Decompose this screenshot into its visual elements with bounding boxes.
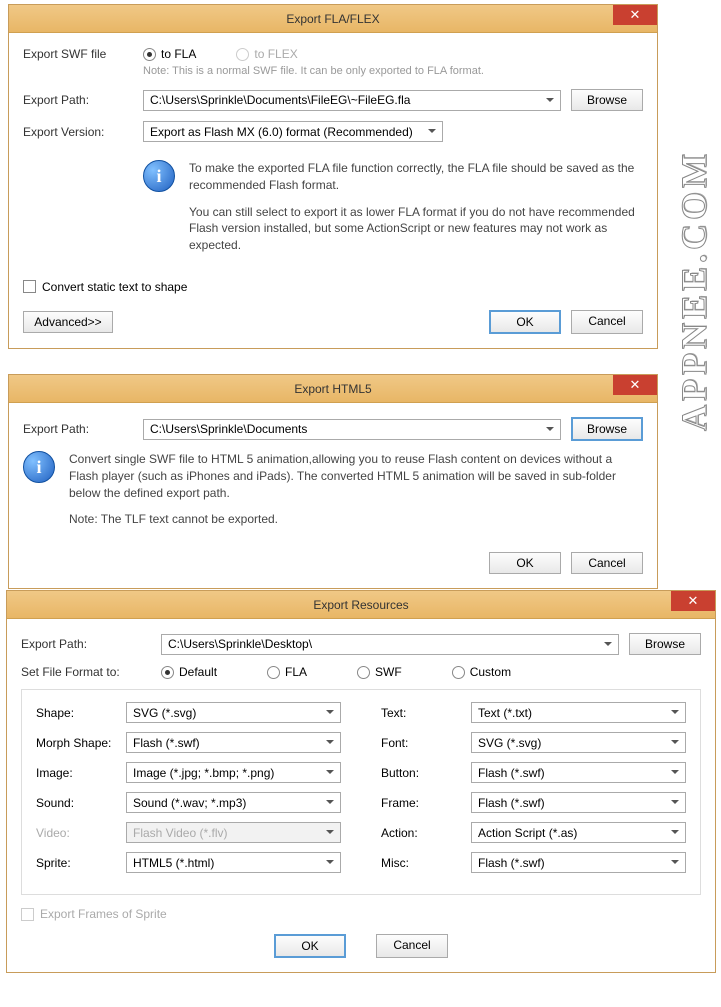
cancel-button[interactable]: Cancel: [376, 934, 448, 958]
info-text: To make the exported FLA file function c…: [189, 160, 643, 264]
ok-button[interactable]: OK: [489, 552, 561, 574]
swf-file-label: Export SWF file: [23, 47, 143, 61]
close-icon: ✕: [688, 593, 699, 609]
export-path-label: Export Path:: [23, 93, 143, 107]
titlebar: Export FLA/FLEX ✕: [9, 5, 657, 33]
close-icon: ✕: [630, 7, 641, 23]
titlebar: Export Resources ✕: [7, 591, 715, 619]
export-path-input[interactable]: C:\Users\Sprinkle\Desktop\: [161, 634, 619, 655]
export-path-label: Export Path:: [23, 422, 143, 436]
video-select: Flash Video (*.flv): [126, 822, 341, 843]
format-default-radio[interactable]: Default: [161, 665, 217, 679]
font-select[interactable]: SVG (*.svg): [471, 732, 686, 753]
set-file-format-label: Set File Format to:: [21, 665, 161, 679]
ok-button[interactable]: OK: [274, 934, 346, 958]
export-resources-dialog: Export Resources ✕ Export Path: C:\Users…: [6, 590, 716, 973]
to-fla-radio[interactable]: to FLA: [143, 47, 196, 61]
browse-button[interactable]: Browse: [571, 417, 643, 441]
close-icon: ✕: [630, 377, 641, 393]
cancel-button[interactable]: Cancel: [571, 310, 643, 334]
format-custom-radio[interactable]: Custom: [452, 665, 511, 679]
advanced-button[interactable]: Advanced>>: [23, 311, 113, 333]
misc-select[interactable]: Flash (*.swf): [471, 852, 686, 873]
shape-select[interactable]: SVG (*.svg): [126, 702, 341, 723]
dialog-title: Export Resources: [313, 598, 408, 612]
format-group: Shape:SVG (*.svg) Morph Shape:Flash (*.s…: [21, 689, 701, 895]
titlebar: Export HTML5 ✕: [9, 375, 657, 403]
text-select[interactable]: Text (*.txt): [471, 702, 686, 723]
text-label: Text:: [381, 706, 471, 720]
swf-note: Note: This is a normal SWF file. It can …: [143, 65, 643, 77]
browse-button[interactable]: Browse: [571, 89, 643, 111]
format-swf-radio[interactable]: SWF: [357, 665, 402, 679]
morph-label: Morph Shape:: [36, 736, 126, 750]
image-select[interactable]: Image (*.jpg; *.bmp; *.png): [126, 762, 341, 783]
info-icon: i: [23, 451, 55, 483]
export-path-input[interactable]: C:\Users\Sprinkle\Documents\FileEG\~File…: [143, 90, 561, 111]
export-version-select[interactable]: Export as Flash MX (6.0) format (Recomme…: [143, 121, 443, 142]
cancel-button[interactable]: Cancel: [571, 552, 643, 574]
convert-static-checkbox[interactable]: Convert static text to shape: [23, 280, 187, 294]
shape-label: Shape:: [36, 706, 126, 720]
misc-label: Misc:: [381, 856, 471, 870]
to-flex-radio: to FLEX: [236, 47, 297, 61]
browse-button[interactable]: Browse: [629, 633, 701, 655]
font-label: Font:: [381, 736, 471, 750]
sprite-select[interactable]: HTML5 (*.html): [126, 852, 341, 873]
info-text: Convert single SWF file to HTML 5 animat…: [69, 451, 643, 538]
frame-label: Frame:: [381, 796, 471, 810]
export-version-label: Export Version:: [23, 125, 143, 139]
frame-select[interactable]: Flash (*.swf): [471, 792, 686, 813]
export-fla-flex-dialog: Export FLA/FLEX ✕ Export SWF file to FLA…: [8, 4, 658, 349]
format-fla-radio[interactable]: FLA: [267, 665, 307, 679]
close-button[interactable]: ✕: [613, 375, 657, 395]
dialog-title: Export HTML5: [294, 382, 371, 396]
close-button[interactable]: ✕: [671, 591, 715, 611]
export-path-label: Export Path:: [21, 637, 161, 651]
video-label: Video:: [36, 826, 126, 840]
export-frames-checkbox: Export Frames of Sprite: [21, 907, 167, 921]
close-button[interactable]: ✕: [613, 5, 657, 25]
image-label: Image:: [36, 766, 126, 780]
button-label: Button:: [381, 766, 471, 780]
sound-label: Sound:: [36, 796, 126, 810]
info-icon: i: [143, 160, 175, 192]
morph-select[interactable]: Flash (*.swf): [126, 732, 341, 753]
sprite-label: Sprite:: [36, 856, 126, 870]
sound-select[interactable]: Sound (*.wav; *.mp3): [126, 792, 341, 813]
action-select[interactable]: Action Script (*.as): [471, 822, 686, 843]
button-select[interactable]: Flash (*.swf): [471, 762, 686, 783]
ok-button[interactable]: OK: [489, 310, 561, 334]
watermark: APPNEE.COM: [673, 150, 715, 431]
dialog-title: Export FLA/FLEX: [286, 12, 379, 26]
export-html5-dialog: Export HTML5 ✕ Export Path: C:\Users\Spr…: [8, 374, 658, 589]
export-path-input[interactable]: C:\Users\Sprinkle\Documents: [143, 419, 561, 440]
action-label: Action:: [381, 826, 471, 840]
